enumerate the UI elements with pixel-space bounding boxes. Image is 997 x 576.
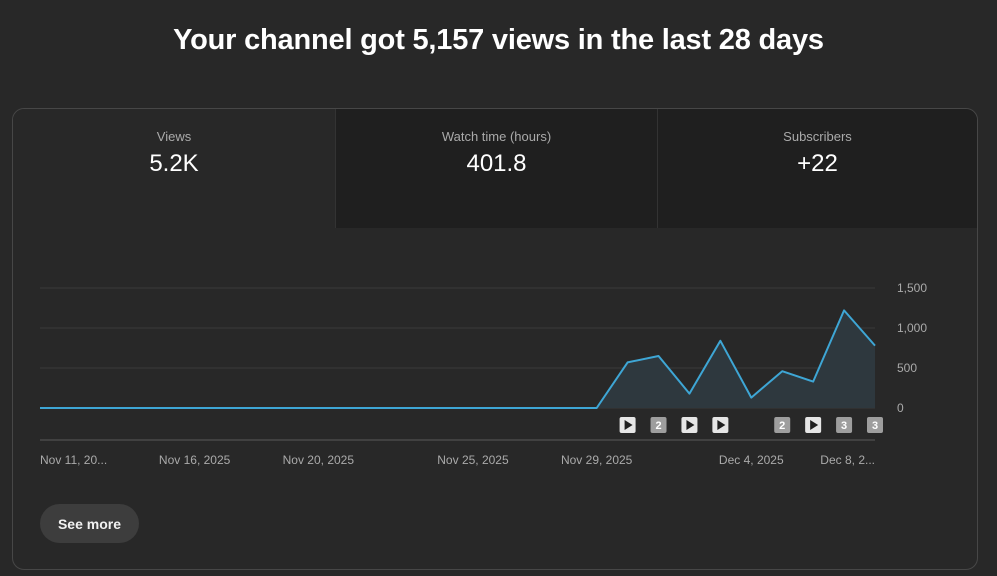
video-marker[interactable]: [712, 417, 729, 433]
x-tick-label: Nov 29, 2025: [561, 453, 633, 467]
y-tick-label: 500: [897, 361, 917, 375]
y-tick-label: 1,500: [897, 281, 927, 295]
views-chart: 0 500 1,000 1,500 2 2 3 3 Nov 11, 20... Nov 16, 2…: [39, 281, 927, 467]
analytics-card: Views 5.2K Watch time (hours) 401.8 Subs…: [12, 108, 978, 570]
x-tick-label: Nov 20, 2025: [283, 453, 355, 467]
series-line: [40, 309, 876, 409]
video-count-marker[interactable]: 2: [774, 417, 791, 433]
marker-count: 3: [872, 420, 878, 432]
x-tick-label: Nov 16, 2025: [159, 453, 231, 467]
marker-count: 2: [655, 420, 661, 432]
x-tick-label: Dec 8, 2...: [820, 453, 875, 467]
video-marker[interactable]: [619, 417, 636, 433]
marker-count: 2: [779, 420, 785, 432]
video-count-marker[interactable]: 3: [867, 417, 883, 433]
x-tick-label: Nov 11, 20...: [40, 453, 107, 467]
video-marker[interactable]: [805, 417, 822, 433]
video-count-marker[interactable]: 3: [836, 417, 853, 433]
page-title: Your channel got 5,157 views in the last…: [173, 24, 824, 56]
y-tick-label: 0: [897, 401, 904, 415]
marker-count: 3: [841, 420, 847, 432]
x-tick-label: Nov 25, 2025: [437, 453, 509, 467]
video-count-marker[interactable]: 2: [650, 417, 667, 433]
y-tick-label: 1,000: [897, 321, 927, 335]
see-more-button[interactable]: See more: [40, 504, 139, 543]
video-marker[interactable]: [681, 417, 698, 433]
x-tick-label: Dec 4, 2025: [719, 453, 784, 467]
